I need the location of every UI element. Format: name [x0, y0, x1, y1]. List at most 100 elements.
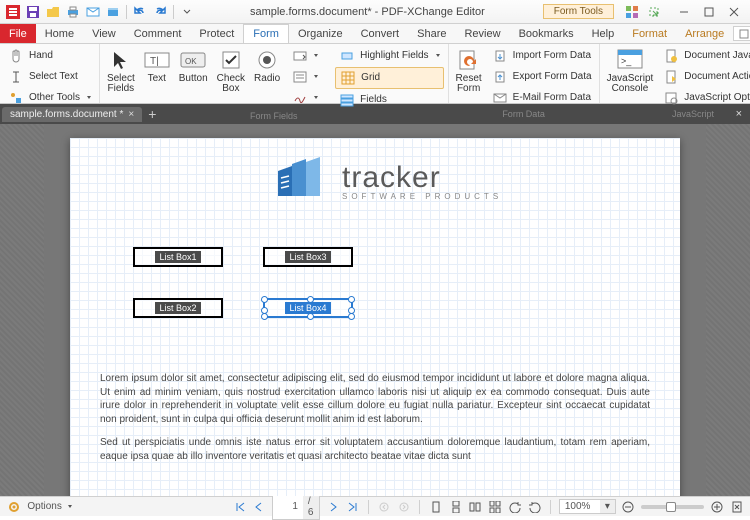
new-tab-button[interactable]: + — [142, 106, 162, 122]
logo-icon — [270, 156, 330, 206]
zoom-out-icon[interactable] — [621, 499, 636, 515]
email-form-data[interactable]: E-Mail Form Data — [488, 88, 595, 108]
layout-facing-continuous-icon[interactable] — [488, 499, 503, 515]
app-menu-icon[interactable] — [4, 3, 22, 21]
layout-facing-icon[interactable] — [468, 499, 483, 515]
options-button[interactable]: Options — [27, 501, 61, 512]
minimize-button[interactable] — [672, 3, 696, 21]
text-field-button[interactable]: T|Text — [141, 46, 173, 85]
rotate-cw-icon[interactable] — [527, 499, 542, 515]
last-page-icon[interactable] — [345, 499, 360, 515]
listbox-2[interactable]: List Box2 — [133, 298, 223, 318]
first-page-icon[interactable] — [232, 499, 247, 515]
zoom-in-icon[interactable] — [709, 499, 724, 515]
select-fields-button[interactable]: Select Fields — [104, 46, 138, 95]
listbox-1[interactable]: List Box1 — [133, 247, 223, 267]
ui-options-icon[interactable] — [623, 3, 641, 21]
vertical-scrollbar[interactable] — [707, 124, 722, 496]
page[interactable]: tracker SOFTWARE PRODUCTS List Box1 List… — [70, 138, 680, 496]
launch-icon[interactable] — [645, 3, 663, 21]
logo: tracker SOFTWARE PRODUCTS — [270, 156, 502, 206]
layout-continuous-icon[interactable] — [448, 499, 463, 515]
javascript-options[interactable]: JavaScript Options — [659, 88, 750, 108]
gear-icon[interactable] — [6, 498, 22, 516]
ribbon: Hand Select Text Other Tools Tools Selec… — [0, 44, 750, 104]
nav-back-icon[interactable] — [377, 499, 392, 515]
tab-share[interactable]: Share — [408, 24, 455, 43]
reset-form-button[interactable]: Reset Form — [453, 46, 485, 95]
tab-help[interactable]: Help — [583, 24, 624, 43]
svg-text:OK: OK — [185, 57, 197, 66]
open-icon[interactable] — [44, 3, 62, 21]
maximize-button[interactable] — [697, 3, 721, 21]
next-page-icon[interactable] — [325, 499, 340, 515]
js-console-button[interactable]: >_JavaScript Console — [604, 46, 657, 95]
other-tools[interactable]: Other Tools — [4, 88, 95, 108]
tab-format[interactable]: Format — [623, 24, 676, 43]
tab-view[interactable]: View — [83, 24, 125, 43]
save-icon[interactable] — [24, 3, 42, 21]
fit-page-icon[interactable] — [729, 499, 744, 515]
more-fields[interactable] — [288, 46, 322, 66]
js-options-icon — [662, 89, 680, 107]
qat-dropdown-icon[interactable] — [178, 3, 196, 21]
tab-convert[interactable]: Convert — [352, 24, 409, 43]
document-javascript[interactable]: Document JavaScript — [659, 46, 750, 66]
tab-form[interactable]: Form — [243, 24, 289, 43]
listbox-3[interactable]: List Box3 — [263, 247, 353, 267]
rotate-ccw-icon[interactable] — [507, 499, 522, 515]
zoom-slider[interactable] — [641, 505, 705, 509]
reset-icon — [456, 47, 482, 73]
tab-comment[interactable]: Comment — [125, 24, 191, 43]
fields-pane[interactable]: Fields — [335, 90, 443, 110]
hand-tool[interactable]: Hand — [4, 46, 95, 66]
context-tab-label[interactable]: Form Tools — [543, 4, 614, 19]
checkbox-field-button[interactable]: Check Box — [214, 46, 248, 95]
tab-bookmarks[interactable]: Bookmarks — [510, 24, 583, 43]
layout-single-icon[interactable] — [428, 499, 443, 515]
tab-arrange[interactable]: Arrange — [676, 24, 733, 43]
status-bar: Options 1/ 6 100%▾ — [0, 496, 750, 516]
button-field-button[interactable]: OKButton — [176, 46, 211, 85]
group-javascript: >_JavaScript Console Document JavaScript… — [600, 44, 750, 103]
svg-text:T|: T| — [150, 56, 159, 67]
fields-icon — [338, 91, 356, 109]
undo-icon[interactable] — [131, 3, 149, 21]
grid-toggle[interactable]: Grid — [335, 67, 443, 89]
signature-fields[interactable] — [288, 88, 322, 108]
svg-text:>_: >_ — [621, 56, 632, 66]
select-text-tool[interactable]: Select Text — [4, 67, 95, 87]
tab-organize[interactable]: Organize — [289, 24, 352, 43]
listbox-4-selected[interactable]: List Box4 — [263, 298, 353, 318]
signature-icon — [291, 89, 309, 107]
export-form-data[interactable]: Export Form Data — [488, 67, 595, 87]
nav-forward-icon[interactable] — [397, 499, 412, 515]
find-box[interactable]: Find... — [733, 26, 750, 41]
tab-protect[interactable]: Protect — [190, 24, 243, 43]
actions-icon — [662, 68, 680, 86]
title-bar: sample.forms.document* - PDF-XChange Edi… — [0, 0, 750, 24]
document-tab[interactable]: sample.forms.document *× — [2, 107, 142, 122]
close-all-icon[interactable]: × — [730, 108, 748, 120]
window-title: sample.forms.document* - PDF-XChange Edi… — [199, 6, 536, 18]
tab-home[interactable]: Home — [36, 24, 83, 43]
import-form-data[interactable]: Import Form Data — [488, 46, 595, 66]
close-icon[interactable]: × — [128, 109, 134, 120]
prev-page-icon[interactable] — [252, 499, 267, 515]
hand-icon — [7, 47, 25, 65]
radio-field-button[interactable]: Radio — [251, 46, 283, 85]
tab-file[interactable]: File — [0, 24, 36, 43]
print-icon[interactable] — [64, 3, 82, 21]
redo-icon[interactable] — [151, 3, 169, 21]
email-icon[interactable] — [84, 3, 102, 21]
zoom-box[interactable]: 100%▾ — [559, 499, 616, 514]
document-viewport[interactable]: tracker SOFTWARE PRODUCTS List Box1 List… — [0, 124, 750, 496]
doc-js-icon — [662, 47, 680, 65]
document-actions[interactable]: Document Actions — [659, 67, 750, 87]
tab-review[interactable]: Review — [455, 24, 509, 43]
highlight-fields[interactable]: Highlight Fields — [335, 46, 443, 66]
scan-icon[interactable] — [104, 3, 122, 21]
close-button[interactable] — [722, 3, 746, 21]
export-icon — [491, 68, 509, 86]
list-fields[interactable] — [288, 67, 322, 87]
